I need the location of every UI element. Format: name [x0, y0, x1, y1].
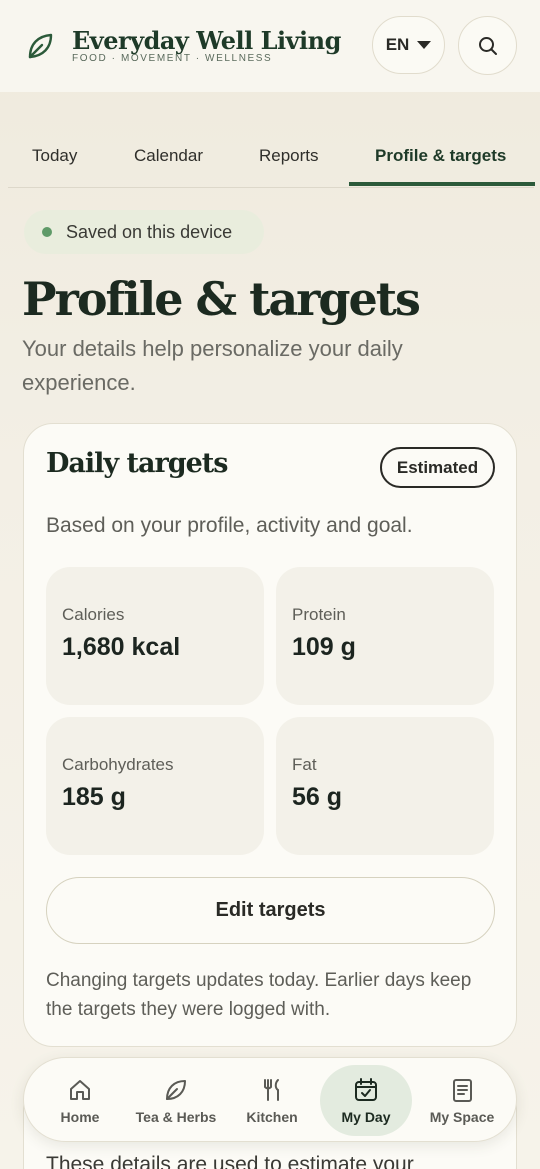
nav-item-home[interactable]: Home — [38, 1065, 122, 1136]
language-selector[interactable]: EN — [372, 16, 445, 74]
edit-targets-button[interactable]: Edit targets — [46, 877, 495, 944]
target-tile-fat: Fat 56 g — [276, 717, 494, 855]
target-value: 185 g — [62, 783, 126, 811]
tab-calendar[interactable]: Calendar — [134, 128, 203, 184]
target-label: Calories — [62, 605, 125, 624]
nav-item-my-space[interactable]: My Space — [418, 1065, 506, 1136]
active-tab-indicator — [349, 182, 535, 186]
tab-reports[interactable]: Reports — [259, 128, 319, 184]
calendar-check-icon — [355, 1077, 377, 1101]
saved-status-label: Saved on this device — [66, 221, 233, 242]
caret-down-icon — [417, 41, 432, 49]
search-icon — [478, 36, 497, 55]
nav-label: Home — [60, 1108, 100, 1125]
page-title: Profile & targets — [22, 272, 421, 326]
top-bar: Everyday Well Living FOOD · MOVEMENT · W… — [0, 0, 540, 92]
target-value: 109 g — [292, 633, 356, 661]
nav-item-kitchen[interactable]: Kitchen — [230, 1065, 314, 1136]
profile-details-text: These details are used to estimate your — [46, 1153, 414, 1169]
language-label: EN — [385, 35, 410, 54]
nav-label: Tea & Herbs — [135, 1108, 217, 1125]
brand-title[interactable]: Everyday Well Living — [72, 26, 341, 55]
utensils-icon — [264, 1078, 279, 1101]
page-description: Your details help personalize your daily… — [22, 336, 403, 395]
saved-status-badge: Saved on this device — [24, 210, 264, 254]
daily-targets-card: Daily targets Estimated Based on your pr… — [23, 423, 517, 1047]
bottom-nav: Home Tea & Herbs Kitchen My Day My Space — [23, 1057, 517, 1142]
tab-today[interactable]: Today — [32, 128, 77, 184]
search-button[interactable] — [458, 16, 517, 75]
tab-profile-targets[interactable]: Profile & targets — [375, 128, 506, 184]
nav-label: Kitchen — [246, 1108, 298, 1125]
card-description: Based on your profile, activity and goal… — [46, 514, 413, 537]
card-title: Daily targets — [46, 448, 228, 479]
status-dot — [42, 227, 52, 237]
target-label: Carbohydrates — [62, 755, 174, 774]
brand-subtitle: FOOD · MOVEMENT · WELLNESS — [72, 53, 273, 64]
nav-item-tea-herbs[interactable]: Tea & Herbs — [128, 1065, 224, 1136]
estimated-badge: Estimated — [380, 447, 495, 488]
notebook-icon — [453, 1078, 472, 1102]
targets-note: Changing targets updates today. Earlier … — [46, 970, 472, 1020]
nav-label: My Day — [341, 1108, 391, 1125]
nav-label: My Space — [429, 1108, 495, 1125]
nav-item-my-day[interactable]: My Day — [320, 1065, 412, 1136]
target-label: Fat — [292, 755, 317, 774]
target-label: Protein — [292, 605, 346, 624]
home-icon — [70, 1079, 90, 1100]
target-tile-protein: Protein 109 g — [276, 567, 494, 705]
leaf-icon — [166, 1079, 186, 1100]
target-tile-carbohydrates: Carbohydrates 185 g — [46, 717, 264, 855]
tab-bar: Today Calendar Reports Profile & targets — [8, 128, 535, 188]
target-value: 1,680 kcal — [62, 633, 181, 661]
leaf-icon — [28, 33, 53, 59]
target-value: 56 g — [292, 783, 343, 811]
target-tile-calories: Calories 1,680 kcal — [46, 567, 264, 705]
